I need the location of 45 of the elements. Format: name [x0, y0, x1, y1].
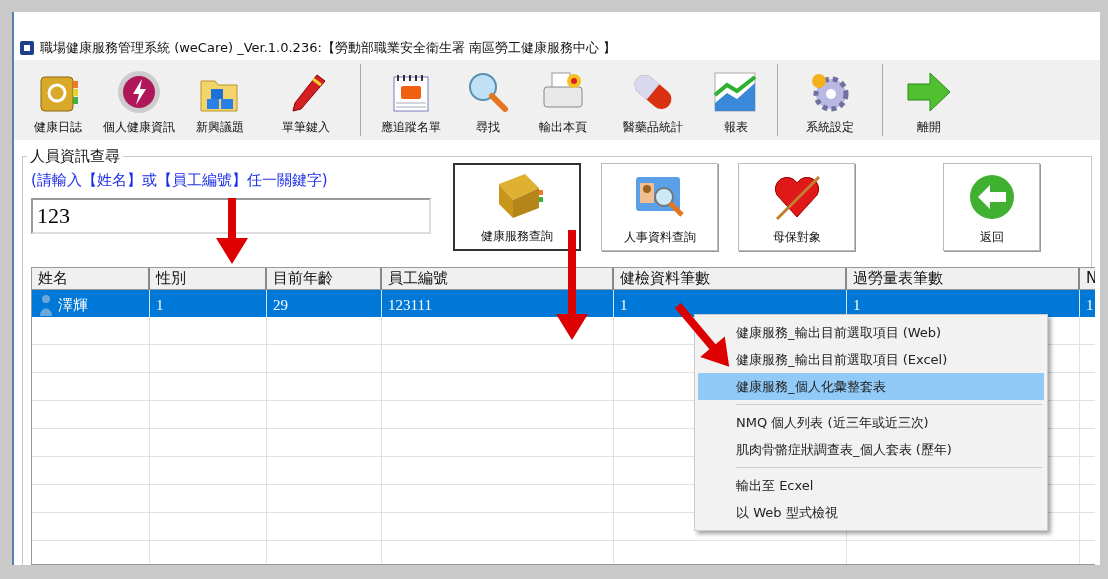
column-header[interactable]: 性別	[150, 268, 267, 290]
toolbar-button[interactable]: 尋找	[455, 60, 521, 140]
person-icon	[38, 294, 54, 316]
action-button[interactable]: 母保對象	[738, 163, 855, 251]
lightning-disc-icon	[116, 69, 162, 115]
toolbar-button[interactable]: 報表	[701, 60, 771, 140]
column-header[interactable]: 過勞量表筆數	[847, 268, 1080, 290]
search-hint: (請輸入【姓名】或【員工編號】任一關鍵字)	[31, 171, 329, 190]
menu-item[interactable]: 輸出至 Ecxel	[698, 472, 1044, 499]
menu-item[interactable]: 健康服務_個人化彙整套表	[698, 373, 1044, 400]
search-field[interactable]: 123	[31, 198, 431, 234]
toolbar-button[interactable]: 輸出本頁	[521, 60, 605, 140]
toolbar-button[interactable]: 醫藥品統計	[605, 60, 701, 140]
column-header[interactable]: N	[1080, 268, 1095, 290]
annotation-arrow	[214, 198, 250, 264]
toolbar-button[interactable]: 健康日誌	[20, 60, 96, 140]
toolbar-button[interactable]: 離開	[889, 60, 969, 140]
action-button[interactable]: 人事資料查詢	[601, 163, 718, 251]
menu-item[interactable]: 健康服務_輸出目前選取項目 (Excel)	[698, 346, 1044, 373]
toolbar-button[interactable]: 應追蹤名單	[367, 60, 455, 140]
column-header[interactable]: 姓名	[32, 268, 150, 290]
table-cell: 1	[1086, 296, 1094, 314]
table-cell: 澤輝	[58, 295, 88, 315]
menu-item[interactable]: 以 Web 型式檢視	[698, 499, 1044, 526]
toolbar-button[interactable]: 單筆鍵入	[258, 60, 354, 140]
menu-item[interactable]: NMQ 個人列表 (近三年或近三次)	[698, 409, 1044, 436]
action-button[interactable]: 返回	[943, 163, 1040, 251]
table-cell: 1	[853, 296, 861, 314]
action-button[interactable]: 健康服務查詢	[453, 163, 581, 251]
menu-item[interactable]: 健康服務_輸出目前選取項目 (Web)	[698, 319, 1044, 346]
toolbar-button[interactable]: 系統設定	[784, 60, 876, 140]
toolbar-button[interactable]: 新興議題	[182, 60, 258, 140]
table-cell: 1	[156, 296, 164, 314]
window-title: 職場健康服務管理系統 (weCare) _Ver.1.0.236:【勞動部職業安全衛生署 南區勞工健康服務中心 】	[40, 39, 617, 57]
selected-row[interactable]: 澤輝 1 29 123111 1 1 1	[32, 290, 1095, 317]
column-header[interactable]: 員工編號	[382, 268, 614, 290]
table-cell: 1	[620, 296, 628, 314]
column-header[interactable]: 健檢資料筆數	[614, 268, 847, 290]
table-cell: 123111	[388, 296, 432, 314]
app-logo-icon	[20, 41, 34, 55]
menu-item[interactable]: 肌肉骨骼症狀調查表_個人套表 (歷年)	[698, 436, 1044, 463]
column-header[interactable]: 目前年齡	[267, 268, 382, 290]
group-title: 人員資訊查尋	[27, 147, 123, 166]
toolbar-button[interactable]: 個人健康資訊	[96, 60, 182, 140]
table-cell: 29	[273, 296, 288, 314]
